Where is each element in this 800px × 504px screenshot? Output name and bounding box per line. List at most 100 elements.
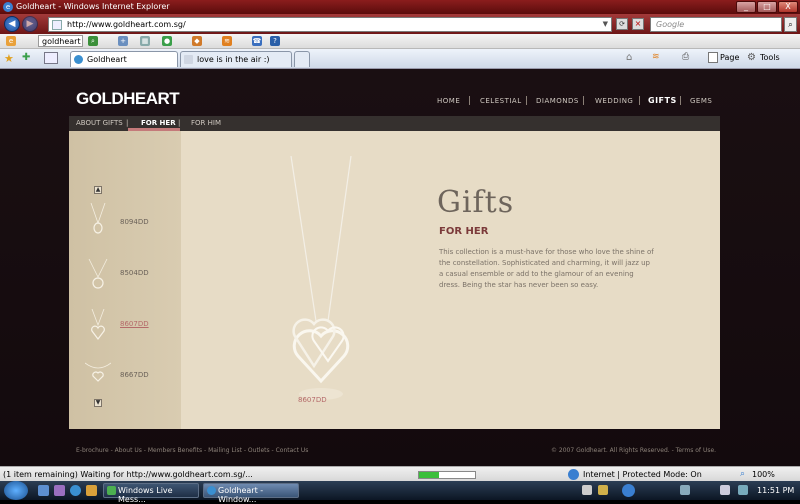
tab-row: ★ ✚ Goldheart love is in the air :) ⌂ ≋ … — [0, 49, 800, 69]
scroll-up-button[interactable]: ▲ — [94, 186, 102, 194]
selected-product-code: 8607DD — [298, 396, 327, 404]
subnav-divider: | — [126, 119, 129, 127]
address-bar[interactable]: http://www.goldheart.com.sg/ ▼ — [48, 17, 612, 32]
toolbar-search-icon[interactable]: ⌕ — [88, 36, 98, 46]
nav-wedding[interactable]: WEDDING — [595, 97, 633, 105]
quick-tabs-icon[interactable] — [44, 52, 58, 64]
home-icon[interactable]: ⌂ — [626, 52, 632, 63]
tray-icon[interactable] — [582, 485, 592, 495]
tab-love-is-in-the-air[interactable]: love is in the air :) — [180, 51, 292, 67]
stop-icon[interactable]: × — [632, 18, 644, 30]
page-heading: Gifts — [437, 185, 515, 220]
footer-links[interactable]: E-brochure - About Us - Members Benefits… — [76, 447, 308, 454]
status-text: (1 item remaining) Waiting for http://ww… — [3, 470, 253, 479]
subnav-divider: | — [178, 119, 181, 127]
clock[interactable]: 11:51 PM — [757, 486, 794, 495]
search-icon[interactable]: ⌕ — [784, 17, 797, 32]
help-icon[interactable]: ? — [270, 36, 280, 46]
ie-icon: e — [3, 2, 13, 12]
tray-icon[interactable] — [598, 485, 608, 495]
footer-copyright[interactable]: © 2007 Goldheart. All Rights Reserved. -… — [551, 447, 716, 454]
nav-home[interactable]: HOME — [437, 97, 460, 105]
globe-icon — [568, 469, 579, 480]
rss-icon[interactable]: ≋ — [222, 36, 232, 46]
nav-divider — [639, 96, 640, 105]
security-zone[interactable]: Internet | Protected Mode: On — [583, 470, 702, 479]
product-code-selected[interactable]: 8607DD — [120, 320, 149, 328]
tab-label: love is in the air :) — [197, 55, 270, 64]
zoom-level[interactable]: 100% — [752, 470, 775, 479]
collection-description: This collection is a must-have for those… — [439, 248, 654, 289]
product-code[interactable]: 8504DD — [120, 269, 149, 277]
nav-divider — [469, 96, 470, 105]
nav-gifts[interactable]: GIFTS — [648, 96, 677, 105]
page-menu[interactable]: Page — [720, 53, 739, 62]
toolbar-orange-icon[interactable]: ◆ — [192, 36, 202, 46]
product-thumbnail[interactable] — [87, 202, 109, 235]
task-label: Windows Live Mess... — [118, 486, 173, 504]
product-code[interactable]: 8094DD — [120, 218, 149, 226]
taskbar: Windows Live Mess... Goldheart - Window.… — [0, 481, 800, 504]
product-thumbnail[interactable] — [87, 258, 109, 291]
section-subheading: FOR HER — [439, 226, 489, 237]
taskbar-goldheart[interactable]: Goldheart - Window... — [203, 483, 299, 504]
quicklaunch-switch-icon[interactable] — [54, 485, 65, 496]
toolbar-plus-icon[interactable]: + — [118, 36, 128, 46]
subnav-about-gifts[interactable]: ABOUT GIFTS — [76, 119, 123, 127]
messenger-icon — [107, 486, 116, 495]
nav-diamonds[interactable]: DIAMONDS — [536, 97, 579, 105]
tools-menu[interactable]: Tools — [760, 53, 780, 62]
subnav-for-her[interactable]: FOR HER — [141, 119, 176, 127]
favorites-icon[interactable]: ★ — [4, 52, 14, 65]
page-icon — [52, 20, 62, 30]
new-tab-button[interactable] — [294, 51, 310, 67]
tab-goldheart[interactable]: Goldheart — [70, 51, 178, 67]
media-play-icon[interactable] — [622, 484, 635, 497]
feeds-icon[interactable]: ≋ — [652, 52, 660, 62]
nav-celestial[interactable]: CELESTIAL — [480, 97, 522, 105]
nav-divider — [583, 96, 584, 105]
site-logo[interactable]: GOLDHEART — [76, 89, 180, 109]
links-toolbar: e goldheart ⌕ + ▦ ● ◆ ≋ ☎ ? — [0, 34, 800, 49]
add-favorites-icon[interactable]: ✚ — [22, 52, 30, 63]
nav-divider — [680, 96, 681, 105]
maximize-button[interactable]: □ — [757, 1, 777, 13]
forward-icon[interactable]: ▶ — [22, 16, 38, 32]
product-list-panel: ▲ 8094DD 8504DD 8607DD 8667DD ▼ — [69, 131, 181, 429]
quicklaunch-ie-icon[interactable] — [70, 485, 81, 496]
back-icon[interactable]: ◀ — [4, 16, 20, 32]
tab-page-icon — [184, 55, 193, 64]
tray-icon[interactable] — [738, 485, 748, 495]
quicklaunch-folder-icon[interactable] — [86, 485, 97, 496]
volume-icon[interactable] — [720, 485, 730, 495]
toolbar-search-field[interactable]: goldheart — [38, 35, 83, 47]
scroll-down-button[interactable]: ▼ — [94, 399, 102, 407]
progress-fill — [419, 472, 439, 478]
subnav-for-him[interactable]: FOR HIM — [191, 119, 221, 127]
progress-bar — [418, 471, 476, 479]
product-code[interactable]: 8667DD — [120, 371, 149, 379]
title-bar: e Goldheart - Windows Internet Explorer … — [0, 0, 800, 14]
search-input[interactable]: Google — [650, 17, 782, 32]
address-row: ◀ ▶ http://www.goldheart.com.sg/ ▼ ⟳ × G… — [0, 14, 800, 34]
product-thumbnail[interactable] — [84, 359, 112, 391]
print-icon[interactable]: ⎙ — [682, 52, 689, 62]
toolbar-green-icon[interactable]: ● — [162, 36, 172, 46]
address-url: http://www.goldheart.com.sg/ — [67, 20, 186, 29]
product-thumbnail[interactable] — [87, 308, 109, 341]
dropdown-icon[interactable]: ▼ — [603, 20, 608, 28]
taskbar-messenger[interactable]: Windows Live Mess... — [103, 483, 199, 504]
network-icon[interactable] — [680, 485, 690, 495]
close-button[interactable]: X — [778, 1, 798, 13]
minimize-button[interactable]: _ — [736, 1, 756, 13]
gear-icon: ⚙ — [747, 52, 756, 63]
nav-gems[interactable]: GEMS — [690, 97, 712, 105]
refresh-icon[interactable]: ⟳ — [616, 18, 628, 30]
toolbar-logo-icon[interactable]: e — [6, 36, 16, 46]
tab-label: Goldheart — [87, 55, 127, 64]
start-button[interactable] — [4, 481, 28, 500]
ie-task-icon — [207, 486, 216, 495]
toolbar-phone-icon[interactable]: ☎ — [252, 36, 262, 46]
quicklaunch-desktop-icon[interactable] — [38, 485, 49, 496]
toolbar-grid-icon[interactable]: ▦ — [140, 36, 150, 46]
